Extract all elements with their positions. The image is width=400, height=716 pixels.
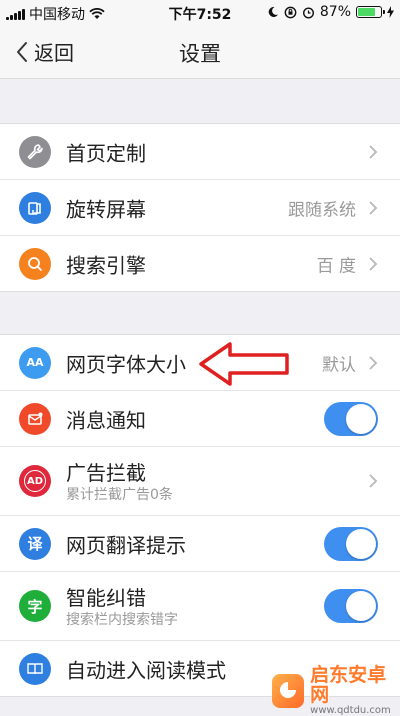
- translate-prompt-toggle[interactable]: [324, 526, 378, 561]
- wrench-icon: [19, 135, 51, 168]
- watermark: 启东安卓网 www.qdtdu.com: [272, 664, 400, 716]
- settings-row-subtitle: 搜索栏内搜索错字: [66, 612, 178, 628]
- charging-bolt-icon: [387, 6, 394, 18]
- settings-row-message-notification: 消息通知: [0, 391, 400, 447]
- watermark-text: 启东安卓网 www.qdtdu.com: [310, 664, 400, 716]
- back-label: 返回: [34, 41, 74, 65]
- settings-row-translate-prompt: 译 网页翻译提示: [0, 516, 400, 572]
- toggle-knob: [346, 528, 376, 559]
- rotate-screen-icon: [19, 191, 51, 224]
- battery-level: [358, 8, 375, 16]
- smart-correction-toggle[interactable]: [324, 589, 378, 623]
- reading-mode-icon: [19, 652, 51, 685]
- settings-row-title: 自动进入阅读模式: [66, 658, 226, 682]
- message-notification-icon: [19, 402, 51, 435]
- battery-percent: 87%: [319, 4, 351, 20]
- chevron-right-icon: [369, 355, 378, 370]
- settings-row-smart-correction: 字 智能纠错 搜索栏内搜索错字: [0, 572, 400, 641]
- status-right: 87%: [267, 4, 394, 20]
- spell-check-glyph: 字: [27, 597, 43, 616]
- chevron-right-icon: [369, 256, 378, 271]
- settings-group-general: 首页定制 旋转屏幕 跟随系统 搜索引擎 百 度: [0, 123, 400, 292]
- battery-icon: [356, 6, 385, 18]
- orientation-lock-icon: [284, 6, 297, 18]
- settings-row-value: 百 度: [316, 256, 356, 276]
- navigation-bar: 返回 设置: [0, 26, 400, 79]
- settings-row-subtitle: 累计拦截广告0条: [66, 487, 173, 503]
- ad-block-glyph: AD: [24, 470, 46, 492]
- chevron-right-icon: [369, 200, 378, 215]
- settings-row-title: 广告拦截: [66, 461, 146, 485]
- font-size-glyph: AA: [26, 356, 44, 369]
- alarm-icon: [302, 6, 314, 19]
- settings-row-ad-block[interactable]: AD 广告拦截 累计拦截广告0条: [0, 447, 400, 516]
- spell-check-icon: 字: [19, 590, 51, 622]
- settings-row-title: 网页翻译提示: [66, 533, 186, 557]
- settings-row-title: 智能纠错: [66, 586, 146, 610]
- watermark-url: www.qdtdu.com: [310, 704, 391, 716]
- annotation-arrow-icon: [199, 342, 289, 386]
- settings-row-value: 跟随系统: [288, 200, 356, 220]
- message-notification-toggle[interactable]: [324, 401, 378, 436]
- settings-row-rotate-screen[interactable]: 旋转屏幕 跟随系统: [0, 180, 400, 236]
- back-chevron-icon: [17, 41, 27, 62]
- settings-row-title: 网页字体大小: [66, 352, 186, 376]
- settings-row-search-engine[interactable]: 搜索引擎 百 度: [0, 236, 400, 291]
- chevron-right-icon: [369, 474, 378, 488]
- settings-row-title: 消息通知: [66, 408, 146, 432]
- watermark-logo-icon: [272, 674, 305, 709]
- toggle-knob: [346, 403, 376, 434]
- ad-block-icon: AD: [19, 465, 51, 497]
- translate-icon: 译: [19, 527, 51, 560]
- search-icon: [19, 247, 51, 280]
- back-button[interactable]: 返回: [16, 37, 74, 66]
- font-size-icon: AA: [19, 346, 51, 379]
- settings-row-title: 首页定制: [66, 141, 146, 165]
- toggle-knob: [346, 591, 376, 621]
- translate-glyph: 译: [27, 535, 43, 553]
- settings-row-title: 搜索引擎: [66, 253, 146, 277]
- settings-group-browsing: AA 网页字体大小 默认 消息通知 AD 广告拦截 累计拦截广告0条 译 网页翻…: [0, 334, 400, 697]
- settings-row-homepage-custom[interactable]: 首页定制: [0, 124, 400, 180]
- settings-row-value: 默认: [322, 355, 356, 375]
- settings-row-title: 旋转屏幕: [66, 197, 146, 221]
- moon-icon: [268, 6, 278, 17]
- chevron-right-icon: [369, 144, 378, 159]
- watermark-name: 启东安卓网: [310, 664, 387, 706]
- status-bar: 中国移动 下午7:52 87%: [0, 0, 400, 26]
